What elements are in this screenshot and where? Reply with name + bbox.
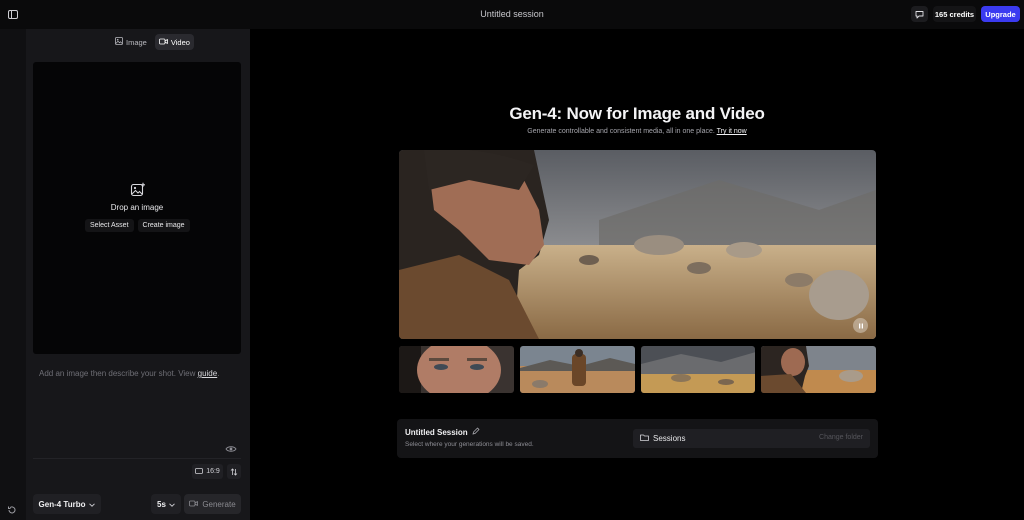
chevron-down-icon <box>169 500 175 509</box>
video-icon <box>158 38 168 47</box>
thumbnail-3[interactable] <box>640 346 756 393</box>
session-title[interactable]: Untitled session <box>0 9 1024 19</box>
top-bar: Untitled session 165 credits Upgrade <box>0 0 1024 29</box>
generate-label: Generate <box>202 499 236 509</box>
pencil-icon[interactable] <box>472 427 480 437</box>
dropzone-title: Drop an image <box>110 203 164 212</box>
generation-panel: Image Video Drop an image Select Asset C… <box>26 29 250 520</box>
sessions-folder-selector[interactable]: Sessions Change folder <box>633 429 870 448</box>
sessions-text: Sessions <box>653 434 686 443</box>
hero-subtitle: Generate controllable and consistent med… <box>250 128 1024 135</box>
tab-image[interactable]: Image <box>111 34 151 50</box>
prompt-period: . <box>217 369 220 378</box>
chat-icon[interactable] <box>911 6 928 22</box>
aspect-ratio-icon <box>195 467 204 476</box>
pause-icon[interactable] <box>853 318 868 333</box>
try-it-now-link[interactable]: Try it now <box>717 128 747 135</box>
thumbnail-2[interactable] <box>519 346 635 393</box>
thumbnail-1[interactable] <box>399 346 514 393</box>
tab-video-label: Video <box>170 37 190 47</box>
showcase-video[interactable] <box>399 150 876 339</box>
folder-icon <box>640 434 649 443</box>
sessions-label: Sessions <box>640 434 685 443</box>
upgrade-button[interactable]: Upgrade <box>981 6 1020 22</box>
mode-tabs: Image Video <box>111 34 194 50</box>
guide-link[interactable]: guide <box>198 369 218 378</box>
credits-button[interactable]: 165 credits <box>933 6 976 22</box>
panel-divider <box>33 458 241 459</box>
left-rail <box>0 29 26 520</box>
duration-label: 5s <box>157 499 166 509</box>
enhance-prompt-icon[interactable] <box>225 441 237 452</box>
dropzone-actions: Select Asset Create image <box>85 219 190 232</box>
model-select[interactable]: Gen-4 Turbo <box>33 494 101 514</box>
model-label: Gen-4 Turbo <box>38 499 86 509</box>
session-card-subtitle: Select where your generations will be sa… <box>405 441 534 448</box>
aspect-ratio-label: 16:9 <box>206 468 220 475</box>
hero-title: Gen-4: Now for Image and Video <box>509 104 765 123</box>
generate-button[interactable]: Generate <box>184 494 241 514</box>
duration-select[interactable]: 5s <box>151 494 181 514</box>
chevron-down-icon <box>89 500 96 509</box>
prompt-input[interactable]: Add an image then describe your shot. Vi… <box>39 369 219 378</box>
swap-icon[interactable] <box>227 464 241 479</box>
select-asset-button[interactable]: Select Asset <box>85 219 134 232</box>
change-folder-button[interactable]: Change folder <box>819 434 863 441</box>
hero-subtitle-text: Generate controllable and consistent med… <box>527 128 715 135</box>
thumbnail-strip <box>399 346 876 393</box>
session-name: Untitled Session <box>405 427 468 437</box>
prompt-placeholder: Add an image then describe your shot. Vi… <box>39 369 196 378</box>
image-dropzone[interactable]: Drop an image Select Asset Create image <box>33 62 241 354</box>
history-icon[interactable] <box>5 503 19 517</box>
tab-video[interactable]: Video <box>154 34 194 50</box>
aspect-ratio-button[interactable]: 16:9 <box>192 464 223 479</box>
image-icon <box>115 37 123 47</box>
image-add-icon <box>130 182 146 198</box>
thumbnail-4[interactable] <box>761 346 876 393</box>
session-card: Untitled Session Select where your gener… <box>397 419 878 458</box>
generate-icon <box>189 500 199 509</box>
session-card-title[interactable]: Untitled Session <box>405 427 480 437</box>
create-image-button[interactable]: Create image <box>137 219 190 232</box>
tab-image-label: Image <box>126 37 147 47</box>
